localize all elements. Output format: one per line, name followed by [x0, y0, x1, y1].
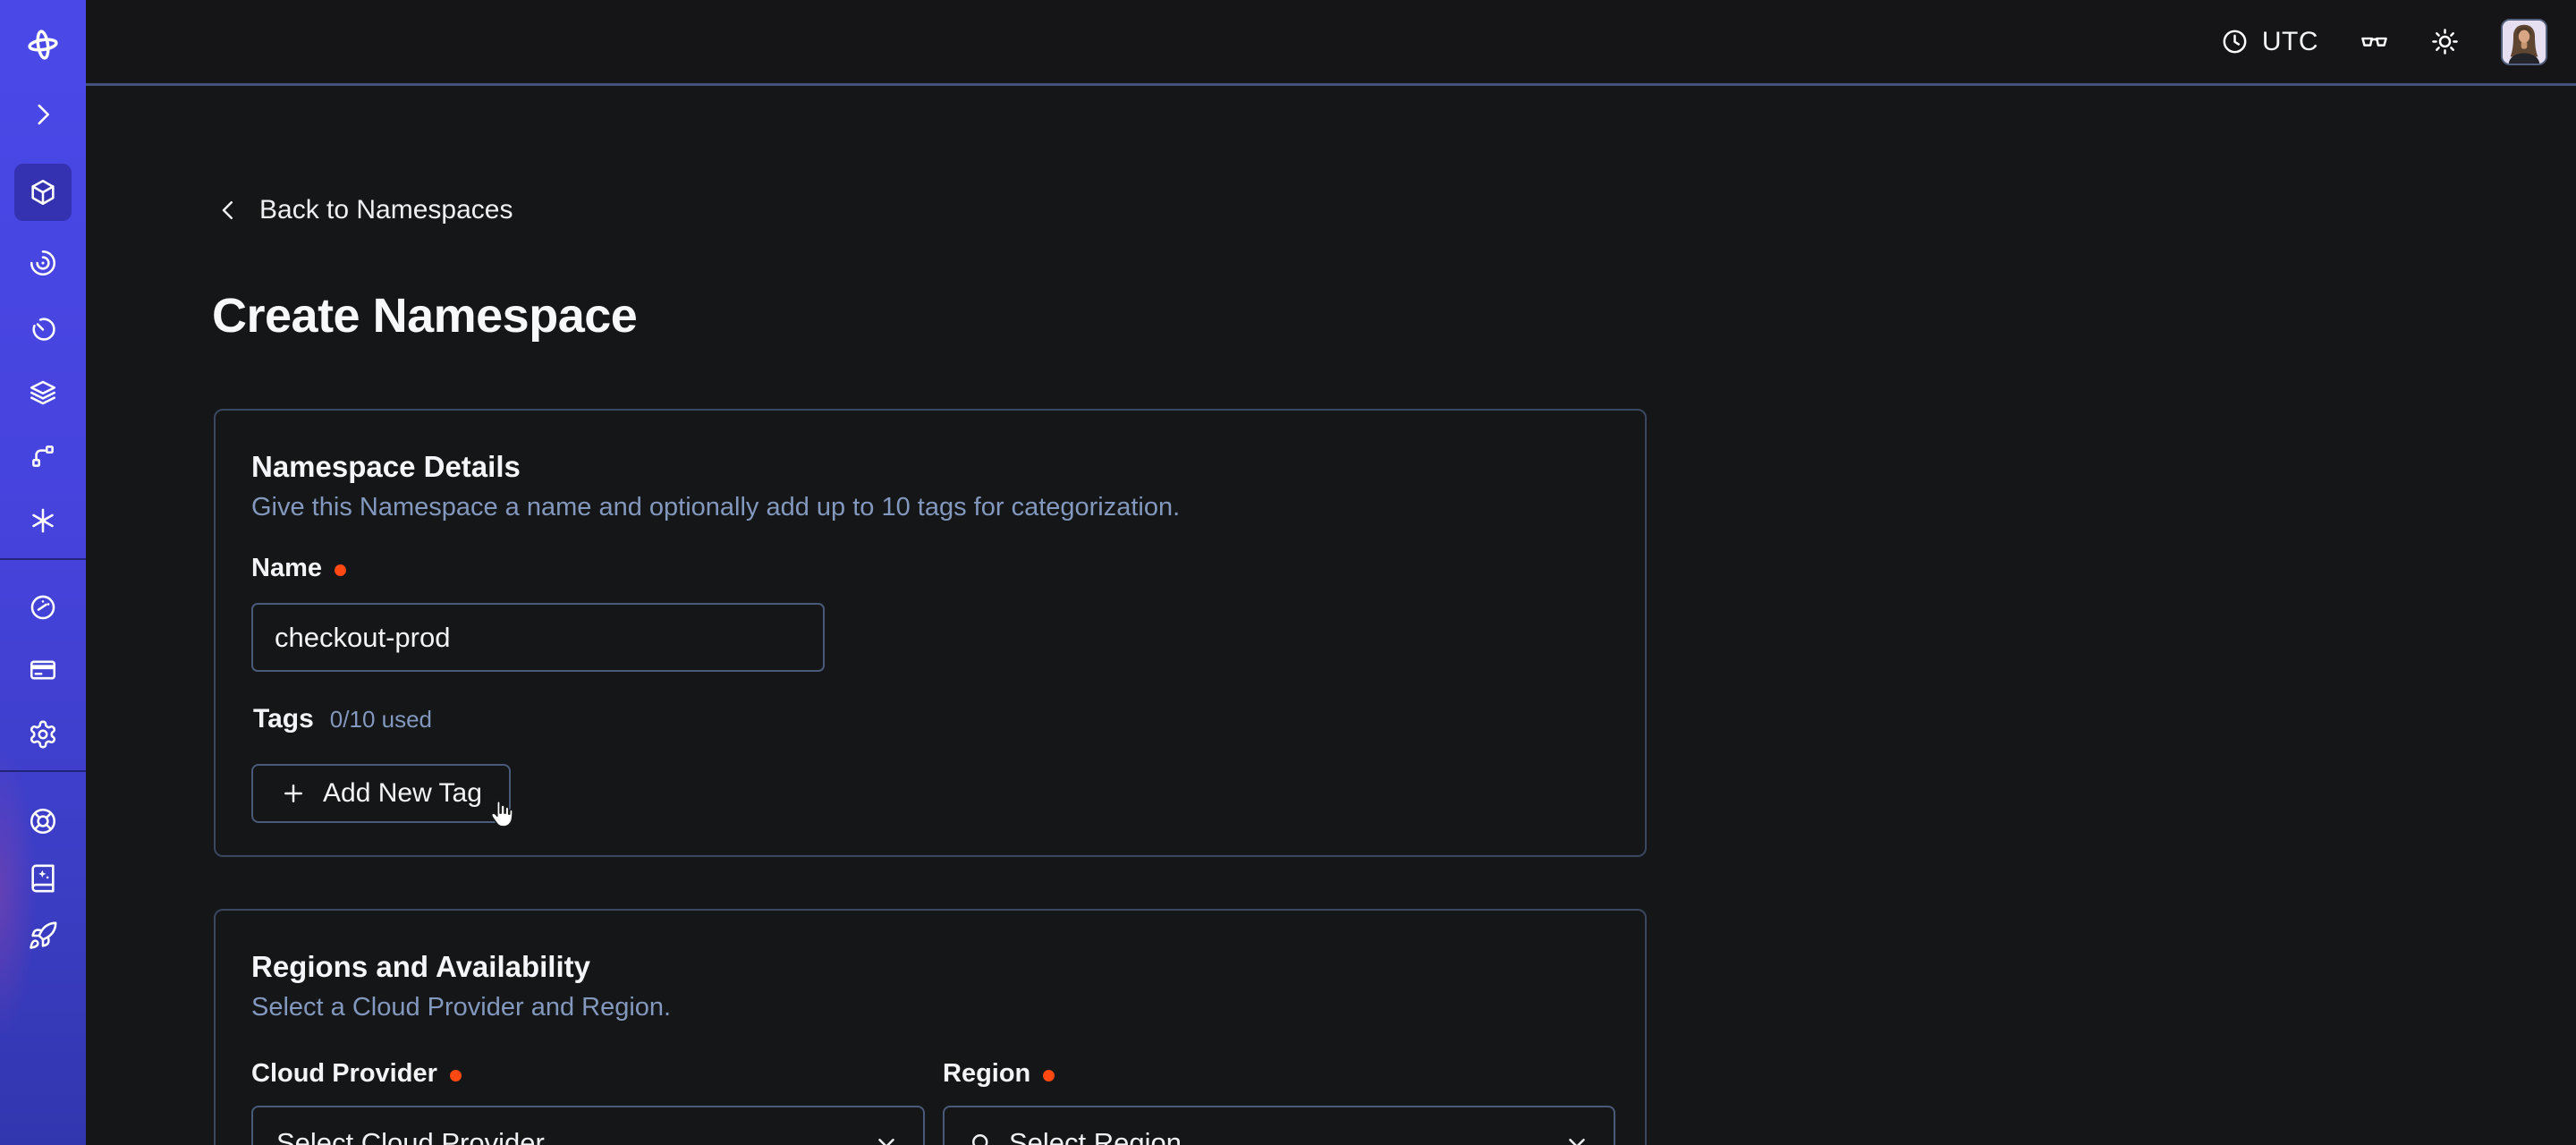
tags-label: Tags — [253, 704, 314, 734]
usage-gauge-icon — [28, 592, 58, 623]
required-dot — [450, 1070, 462, 1081]
plus-icon — [280, 780, 307, 807]
theme-toggle-button[interactable] — [2430, 27, 2460, 56]
timezone-label: UTC — [2262, 27, 2318, 57]
sidebar-divider — [0, 558, 86, 560]
sun-icon — [2430, 27, 2460, 56]
sidebar-divider — [0, 770, 86, 772]
cloud-provider-select[interactable]: Select Cloud Provider — [251, 1106, 925, 1145]
sidebar-item-support[interactable] — [0, 800, 86, 843]
sidebar-item-pipelines[interactable] — [0, 435, 86, 478]
settings-gear-icon — [28, 719, 58, 750]
sidebar-item-usage[interactable] — [0, 586, 86, 629]
getting-started-rocket-icon — [28, 920, 58, 951]
accessibility-button[interactable] — [2360, 27, 2389, 56]
namespace-details-card: Namespace Details Give this Namespace a … — [214, 409, 1647, 857]
search-icon — [968, 1130, 995, 1145]
top-header: UTC — [86, 0, 2576, 86]
add-tag-button-label: Add New Tag — [323, 778, 482, 809]
sidebar — [0, 0, 86, 1145]
chevron-right-icon — [28, 99, 58, 130]
cloud-provider-select-value: Select Cloud Provider — [276, 1127, 545, 1145]
avatar-image — [2503, 21, 2546, 64]
required-dot — [1043, 1070, 1055, 1081]
schedules-timer-icon — [28, 313, 58, 344]
card-subtitle: Select a Cloud Provider and Region. — [251, 993, 671, 1022]
card-subtitle: Give this Namespace a name and optionall… — [251, 493, 1180, 522]
back-link-label: Back to Namespaces — [259, 195, 513, 225]
region-label-row: Region — [943, 1059, 1055, 1089]
region-select-value: Select Region — [1009, 1127, 1182, 1145]
glasses-icon — [2360, 27, 2389, 56]
region-label: Region — [943, 1059, 1030, 1089]
add-tag-button[interactable]: Add New Tag — [251, 764, 511, 823]
sidebar-item-settings[interactable] — [0, 713, 86, 756]
sidebar-item-namespaces[interactable] — [14, 164, 72, 221]
sidebar-expand-button[interactable] — [0, 93, 86, 136]
regions-card: Regions and Availability Select a Cloud … — [214, 909, 1647, 1145]
card-heading: Regions and Availability — [251, 950, 590, 984]
required-dot — [335, 564, 346, 576]
back-link[interactable]: Back to Namespaces — [215, 195, 513, 225]
app-root: UTC — [0, 0, 2576, 1145]
namespaces-cube-icon — [28, 177, 58, 208]
billing-card-icon — [28, 655, 58, 685]
card-heading: Namespace Details — [251, 450, 521, 484]
pipelines-branch-icon — [28, 441, 58, 471]
cloud-provider-label: Cloud Provider — [251, 1059, 437, 1089]
chevron-left-icon — [215, 197, 242, 224]
tags-usage-count: 0/10 used — [330, 706, 432, 734]
region-select[interactable]: Select Region — [943, 1106, 1615, 1145]
namespace-name-input[interactable] — [251, 603, 825, 672]
sidebar-item-workflows[interactable] — [0, 242, 86, 284]
name-label-row: Name — [251, 554, 346, 583]
layers-icon — [28, 377, 58, 408]
sidebar-item-deployments[interactable] — [0, 371, 86, 414]
cloud-provider-label-row: Cloud Provider — [251, 1059, 462, 1089]
workflows-spiral-icon — [28, 248, 58, 278]
sidebar-item-docs[interactable] — [0, 857, 86, 900]
support-lifebuoy-icon — [28, 806, 58, 836]
sidebar-item-billing[interactable] — [0, 649, 86, 691]
tags-row: Tags 0/10 used — [253, 704, 432, 734]
temporal-logo[interactable] — [0, 23, 86, 66]
avatar[interactable] — [2501, 19, 2547, 65]
sidebar-item-getting-started[interactable] — [0, 914, 86, 957]
clock-icon — [2220, 27, 2250, 56]
chevron-down-icon — [873, 1130, 900, 1145]
nexus-asterisk-icon — [28, 505, 58, 536]
temporal-logo-icon — [24, 26, 62, 64]
sidebar-item-schedules[interactable] — [0, 307, 86, 350]
chevron-down-icon — [1563, 1130, 1590, 1145]
docs-book-icon — [28, 863, 58, 894]
page-title: Create Namespace — [212, 288, 637, 344]
sidebar-item-nexus[interactable] — [0, 499, 86, 542]
timezone-button[interactable]: UTC — [2220, 27, 2318, 57]
name-label: Name — [251, 554, 322, 583]
